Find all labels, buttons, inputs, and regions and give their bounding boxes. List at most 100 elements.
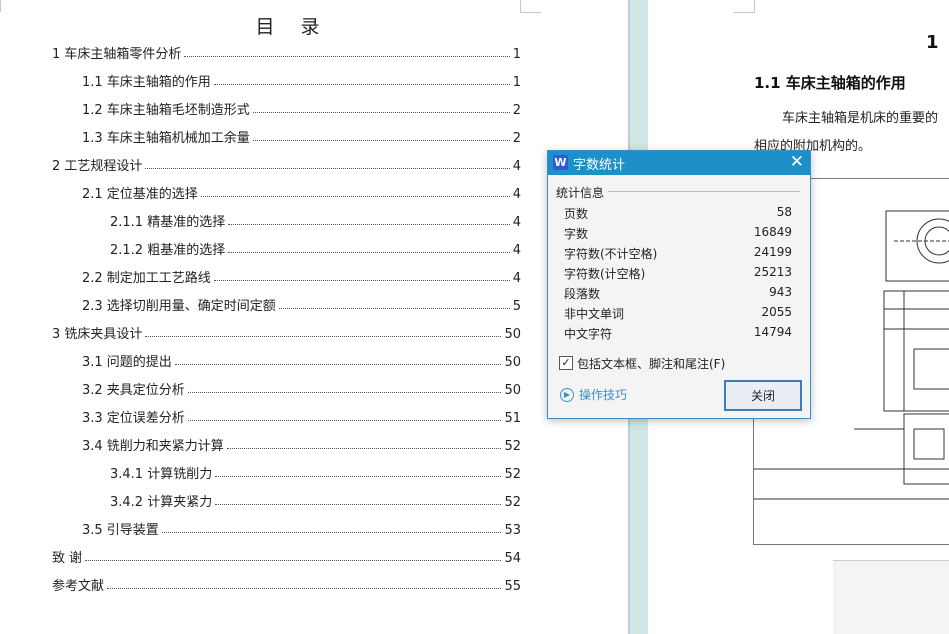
toc-entry-text: 2.1.1 精基准的选择 [110, 215, 226, 230]
toc-entry-page: 4 [512, 159, 521, 174]
stat-value: 25213 [753, 265, 792, 279]
toc-leader [184, 55, 510, 57]
toc-entry-page: 52 [504, 467, 521, 482]
toc-entry-text: 2.2 制定加工工艺路线 [82, 271, 211, 286]
toc-entry[interactable]: 3.1 问题的提出 50 [82, 348, 521, 370]
toc-leader [226, 447, 502, 449]
stat-row: 非中文单词 2055 [564, 303, 792, 323]
stat-row: 字符数(不计空格) 24199 [564, 243, 792, 263]
toc-entry-page: 55 [504, 579, 521, 594]
toc-entry[interactable]: 3.2 夹具定位分析 50 [82, 376, 521, 398]
toc-entry[interactable]: 参考文献 55 [52, 572, 521, 594]
toc-entry[interactable]: 致 谢 54 [52, 544, 521, 566]
dialog-titlebar[interactable]: W 字数统计 ✕ [548, 151, 810, 175]
toc-leader [107, 587, 502, 589]
crop-mark [734, 0, 755, 13]
toc-leader [213, 83, 510, 85]
toc-entry[interactable]: 3.5 引导装置 53 [82, 516, 521, 538]
toc-entry-page: 4 [512, 187, 521, 202]
toc-entry[interactable]: 2.1.1 精基准的选择 4 [110, 208, 521, 230]
drawing-fragment-image [833, 560, 949, 634]
toc-leader [215, 475, 502, 477]
toc-leader [200, 195, 510, 197]
toc-entry[interactable]: 3.4.1 计算铣削力 52 [110, 460, 521, 482]
toc-entry-page: 50 [504, 383, 521, 398]
toc-entry[interactable]: 3.3 定位误差分析 51 [82, 404, 521, 426]
stat-row: 字符数(计空格) 25213 [564, 263, 792, 283]
toc-entry-page: 1 [512, 47, 521, 62]
toc-entry-text: 3 铣床夹具设计 [52, 327, 143, 342]
toc-entry[interactable]: 2.1 定位基准的选择 4 [82, 180, 521, 202]
include-textbox-checkbox[interactable]: ✓ [559, 356, 573, 370]
toc-entry-page: 2 [512, 103, 521, 118]
toc-leader [85, 559, 502, 561]
close-icon[interactable]: ✕ [790, 152, 804, 172]
toc-entry[interactable]: 2.1.2 粗基准的选择 4 [110, 236, 521, 258]
toc-entry[interactable]: 3.4 铣削力和夹紧力计算 52 [82, 432, 521, 454]
toc-entry-page: 50 [504, 355, 521, 370]
toc-entry[interactable]: 1.3 车床主轴箱机械加工余量 2 [82, 124, 521, 146]
stat-label: 页数 [564, 207, 589, 221]
toc-title: 目 录 [255, 16, 330, 38]
toc-entry-page: 4 [512, 215, 521, 230]
toc-entry-text: 1 车床主轴箱零件分析 [52, 47, 182, 62]
close-button[interactable]: 关闭 [724, 380, 802, 411]
toc-entry[interactable]: 1.2 车床主轴箱毛坯制造形式 2 [82, 96, 521, 118]
toc-entry-page: 51 [504, 411, 521, 426]
section-heading: 1.1 车床主轴箱的作用 [754, 74, 906, 92]
include-textbox-label[interactable]: 包括文本框、脚注和尾注(F) [577, 355, 725, 372]
stat-label: 字符数(不计空格) [564, 247, 658, 261]
stat-value: 943 [769, 285, 792, 299]
toc-entry-text: 3.3 定位误差分析 [82, 411, 185, 426]
toc-entry-text: 3.2 夹具定位分析 [82, 383, 185, 398]
toc-leader [187, 391, 502, 393]
crop-mark [0, 0, 1, 12]
toc-entry-text: 致 谢 [52, 551, 83, 566]
toc-entry-page: 4 [512, 243, 521, 258]
chapter-number: 1 [926, 32, 939, 53]
toc-entry-text: 2.1.2 粗基准的选择 [110, 243, 226, 258]
stat-row: 页数 58 [564, 203, 792, 223]
toc-entry-page: 4 [512, 271, 521, 286]
toc-leader [145, 167, 510, 169]
toc-entry-page: 2 [512, 131, 521, 146]
toc-entry-text: 1.2 车床主轴箱毛坯制造形式 [82, 103, 250, 118]
toc-leader [145, 335, 502, 337]
toc-entry-text: 3.1 问题的提出 [82, 355, 172, 370]
stat-label: 中文字符 [564, 327, 613, 341]
toc-entry-text: 2 工艺规程设计 [52, 159, 143, 174]
toc-entry-text: 3.4.1 计算铣削力 [110, 467, 213, 482]
document-page-toc: 目 录 1 车床主轴箱零件分析 1 1.1 车床主轴箱的作用 1 1.2 车床主轴箱… [0, 0, 630, 634]
stat-row: 段落数 943 [564, 283, 792, 303]
toc-entry[interactable]: 1 车床主轴箱零件分析 1 [52, 40, 521, 62]
toc-entry[interactable]: 1.1 车床主轴箱的作用 1 [82, 68, 521, 90]
toc-leader [215, 503, 502, 505]
toc-leader [161, 531, 502, 533]
stat-value: 24199 [753, 245, 792, 259]
toc-leader [252, 139, 510, 141]
wps-writer-icon: W [553, 155, 568, 170]
toc-entry-text: 3.4 铣削力和夹紧力计算 [82, 439, 224, 454]
stat-row: 中文字符 14794 [564, 323, 792, 343]
word-count-dialog[interactable]: W 字数统计 ✕ 统计信息 页数 58 字数 16849 字符数(不计空格) 2419… [547, 150, 811, 419]
toc-entry[interactable]: 2.3 选择切削用量、确定时间定额 5 [82, 292, 521, 314]
toc-entry-page: 50 [504, 327, 521, 342]
toc-entry[interactable]: 3.4.2 计算夹紧力 52 [110, 488, 521, 510]
stat-label: 字数 [564, 227, 589, 241]
tips-link[interactable]: 操作技巧 [579, 386, 627, 403]
dialog-title: 字数统计 [573, 158, 626, 173]
paragraph-text: 车床主轴箱是机床的重要的 [782, 111, 939, 126]
toc-entry[interactable]: 2 工艺规程设计 4 [52, 152, 521, 174]
stat-row: 字数 16849 [564, 223, 792, 243]
toc-entry-page: 52 [504, 439, 521, 454]
stat-label: 段落数 [564, 287, 601, 301]
toc-leader [174, 363, 502, 365]
play-circle-icon[interactable]: ▶ [560, 388, 574, 402]
toc-entry[interactable]: 2.2 制定加工工艺路线 4 [82, 264, 521, 286]
toc-entry-text: 2.1 定位基准的选择 [82, 187, 198, 202]
toc-entry[interactable]: 3 铣床夹具设计 50 [52, 320, 521, 342]
toc-entry-page: 52 [504, 495, 521, 510]
group-divider [608, 191, 800, 192]
toc-entry-text: 参考文献 [52, 579, 105, 594]
stat-label: 字符数(计空格) [564, 267, 646, 281]
